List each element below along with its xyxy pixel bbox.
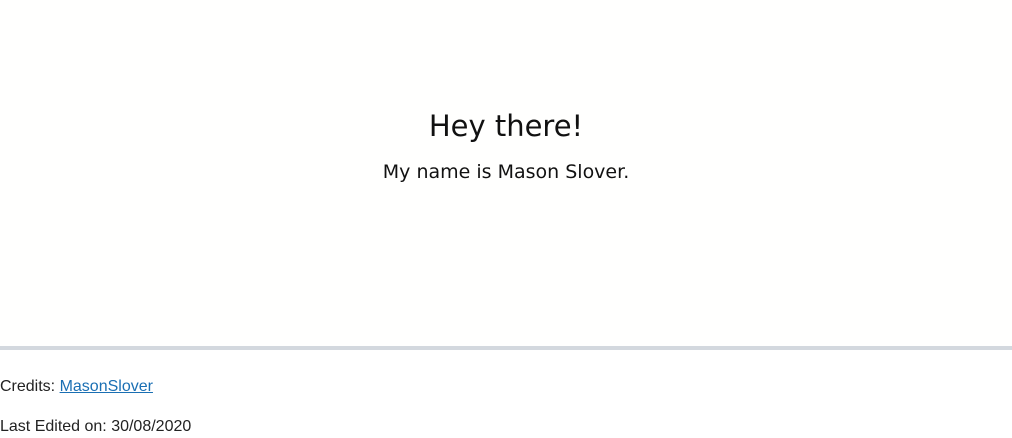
- last-edited-line: Last Edited on: 30/08/2020: [0, 417, 191, 437]
- last-edited-label: Last Edited on:: [0, 418, 112, 435]
- hero-subtitle: My name is Mason Slover.: [382, 161, 630, 183]
- credits-line: Credits: MasonSlover: [0, 377, 153, 397]
- hero-title: Hey there!: [428, 109, 584, 143]
- last-edited-date: 30/08/2020: [111, 418, 192, 435]
- footer-divider: [0, 346, 1012, 350]
- credits-label: Credits:: [0, 378, 60, 395]
- credits-link[interactable]: MasonSlover: [60, 378, 153, 395]
- hero-section: Hey there! My name is Mason Slover.: [0, 0, 1012, 346]
